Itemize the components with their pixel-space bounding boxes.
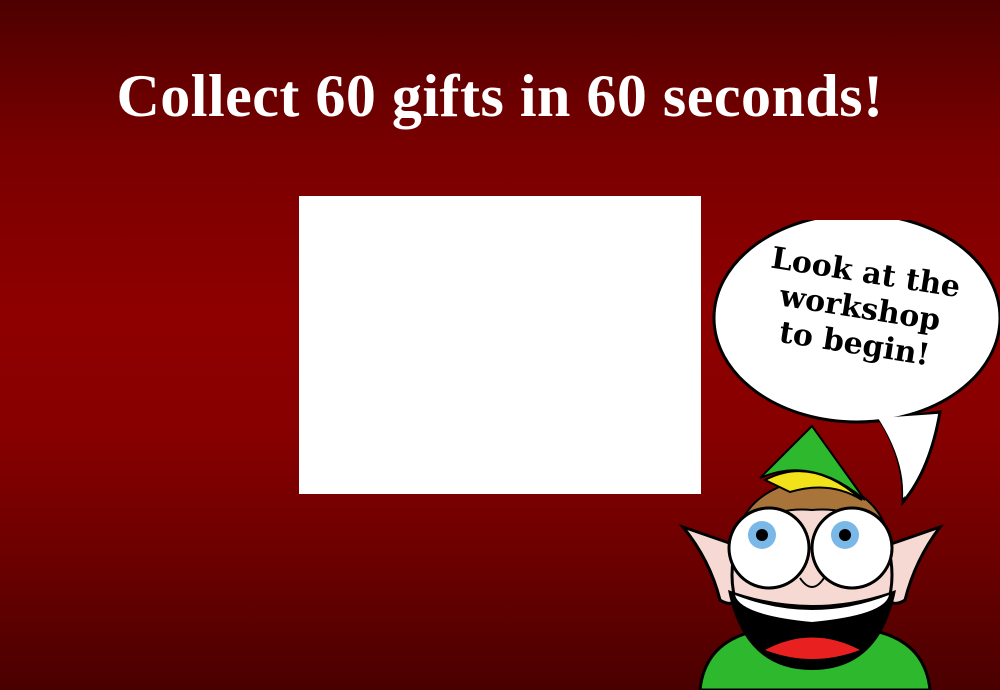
page-title: Collect 60 gifts in 60 seconds! xyxy=(116,63,884,129)
game-canvas[interactable] xyxy=(299,196,701,494)
